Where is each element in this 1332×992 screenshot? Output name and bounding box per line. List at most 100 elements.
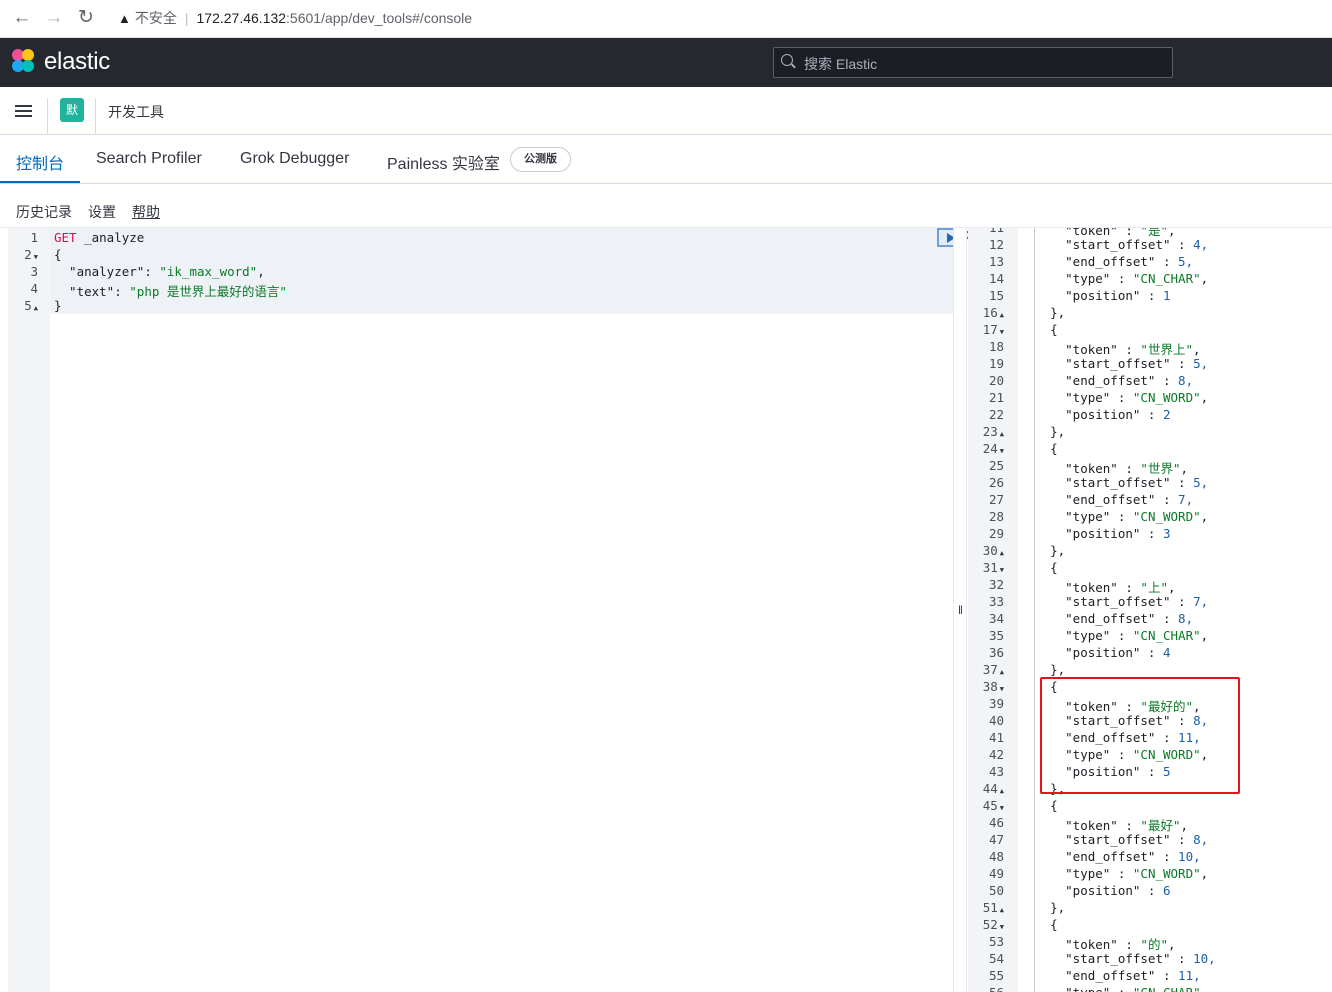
- url-path: :5601/app/dev_tools#/console: [286, 10, 473, 26]
- line-number[interactable]: 45 ▼: [968, 798, 1004, 813]
- space-avatar[interactable]: 默: [60, 98, 84, 122]
- line-number: 42: [988, 747, 1004, 762]
- tab-console[interactable]: 控制台: [16, 150, 64, 174]
- response-code-line: },: [1020, 900, 1066, 915]
- search-icon: [781, 54, 793, 66]
- elastic-logo-icon[interactable]: [12, 49, 36, 73]
- response-gutter: 11 12 13 14 15 16▲ 17▼ 18 19 20 21 22 23▲ 24▼ 25 26 27 28…: [968, 228, 1018, 992]
- line-number: 43: [988, 764, 1004, 779]
- response-code-line: "start_offset" : 5,: [1020, 356, 1209, 371]
- response-code-line: "end_offset" : 10,: [1020, 849, 1201, 864]
- reload-icon[interactable]: ↻: [72, 4, 100, 32]
- divider: [95, 98, 96, 134]
- response-code-line: },: [1020, 424, 1066, 439]
- line-number[interactable]: 31 ▼: [968, 560, 1004, 575]
- forward-arrow-icon[interactable]: →: [40, 4, 68, 32]
- line-number[interactable]: 23 ▲: [968, 424, 1004, 439]
- line-number: 18: [988, 339, 1004, 354]
- fold-up-icon: ▲: [999, 549, 1004, 557]
- line-number[interactable]: 16 ▲: [968, 305, 1004, 320]
- line-number[interactable]: 5 ▲: [8, 298, 38, 313]
- line-number: 14: [988, 271, 1004, 286]
- line-number: 39: [988, 696, 1004, 711]
- response-code-line: "position" : 2: [1020, 407, 1171, 422]
- response-code-area: "token" : "是", "start_offset" : 4, "end_…: [1018, 228, 1332, 992]
- response-code-line: "start_offset" : 5,: [1020, 475, 1209, 490]
- http-method: GET: [54, 230, 77, 245]
- line-number: 4: [30, 281, 38, 296]
- tab-painless-lab[interactable]: Painless 实验室: [387, 150, 500, 174]
- response-code-line: {: [1020, 441, 1058, 456]
- indent-guide: [1034, 228, 1035, 992]
- resize-handle-icon[interactable]: ‖: [958, 604, 963, 616]
- response-code-line: "start_offset" : 10,: [1020, 951, 1216, 966]
- response-code-line: "type" : "CN_WORD",: [1020, 509, 1209, 524]
- line-number: 11: [968, 228, 1004, 235]
- line-number: 27: [988, 492, 1004, 507]
- fold-down-icon: ▼: [999, 447, 1004, 455]
- response-code-line: "position" : 1: [1020, 288, 1171, 303]
- response-code-line: "type" : "CN_CHAR",: [1020, 271, 1209, 286]
- response-code-line: "start_offset" : 8,: [1020, 832, 1209, 847]
- request-editor[interactable]: 1 2 ▼ 3 4 5 ▲ GET _analyze { "analyzer": "…: [8, 228, 981, 992]
- brand-name[interactable]: elastic: [44, 48, 110, 76]
- response-code-line: "end_offset" : 8,: [1020, 611, 1194, 626]
- address-bar[interactable]: ▲ 不安全 | 172.27.46.132:5601/app/dev_tools#/c…: [118, 8, 472, 28]
- line-number: 12: [988, 237, 1004, 252]
- response-code-line: "position" : 6: [1020, 883, 1171, 898]
- line-number: 29: [988, 526, 1004, 541]
- response-output[interactable]: 11 12 13 14 15 16▲ 17▼ 18 19 20 21 22 23▲ 24▼ 25 26 27 28…: [968, 228, 1332, 992]
- tab-grok-debugger[interactable]: Grok Debugger: [240, 150, 349, 168]
- pane-resizer[interactable]: ‖: [953, 228, 967, 992]
- line-number[interactable]: 38 ▼: [968, 679, 1004, 694]
- beta-badge: 公测版: [510, 147, 571, 172]
- response-code-line: "start_offset" : 7,: [1020, 594, 1209, 609]
- line-number: 19: [988, 356, 1004, 371]
- global-search-input[interactable]: 搜索 Elastic: [773, 47, 1173, 78]
- code-line-2: {: [54, 247, 62, 262]
- response-code-line: "start_offset" : 4,: [1020, 237, 1209, 252]
- line-number[interactable]: 30 ▲: [968, 543, 1004, 558]
- line-number: 35: [988, 628, 1004, 643]
- line-number[interactable]: 2 ▼: [8, 247, 38, 262]
- line-number[interactable]: 37 ▲: [968, 662, 1004, 677]
- code-line-4: "text": "php 是世界上最好的语言": [54, 284, 287, 299]
- history-link[interactable]: 历史记录: [16, 202, 72, 222]
- line-number: 28: [988, 509, 1004, 524]
- response-code-line: "end_offset" : 7,: [1020, 492, 1194, 507]
- response-code-line: },: [1020, 662, 1066, 677]
- security-label: 不安全: [134, 10, 177, 26]
- response-code-line: "end_offset" : 11,: [1020, 968, 1201, 983]
- fold-down-icon: ▼: [33, 253, 38, 261]
- code-line-5: }: [54, 298, 62, 313]
- line-number[interactable]: 51 ▲: [968, 900, 1004, 915]
- response-code-line: "type" : "CN_WORD",: [1020, 390, 1209, 405]
- back-arrow-icon[interactable]: ←: [8, 4, 36, 32]
- settings-link[interactable]: 设置: [88, 202, 116, 222]
- response-code-line: },: [1020, 305, 1066, 320]
- code-line-3: "analyzer": "ik_max_word",: [54, 264, 265, 279]
- line-number[interactable]: 24 ▼: [968, 441, 1004, 456]
- search-placeholder: 搜索 Elastic: [804, 56, 878, 72]
- endpoint: _analyze: [76, 230, 145, 245]
- line-number[interactable]: 44 ▲: [968, 781, 1004, 796]
- line-number[interactable]: 52 ▼: [968, 917, 1004, 932]
- json-value: "ik_max_word": [159, 264, 258, 279]
- fold-up-icon: ▲: [999, 787, 1004, 795]
- response-code-line: "position" : 4: [1020, 645, 1171, 660]
- help-link[interactable]: 帮助: [132, 202, 160, 222]
- code-line-1: GET _analyze: [54, 230, 144, 245]
- kibana-header: elastic 搜索 Elastic: [0, 38, 1332, 87]
- breadcrumb-bar: 默 开发工具: [0, 87, 1332, 135]
- line-number: 56: [968, 985, 1004, 992]
- line-number[interactable]: 17 ▼: [968, 322, 1004, 337]
- line-number: 36: [988, 645, 1004, 660]
- menu-toggle-icon[interactable]: [15, 105, 32, 117]
- fold-up-icon: ▲: [999, 668, 1004, 676]
- address-separator: |: [184, 10, 189, 26]
- tab-search-profiler[interactable]: Search Profiler: [96, 150, 202, 168]
- request-code-area[interactable]: GET _analyze { "analyzer": "ik_max_word"…: [50, 228, 981, 992]
- response-code-line: {: [1020, 322, 1058, 337]
- line-number: 26: [988, 475, 1004, 490]
- line-number: 25: [988, 458, 1004, 473]
